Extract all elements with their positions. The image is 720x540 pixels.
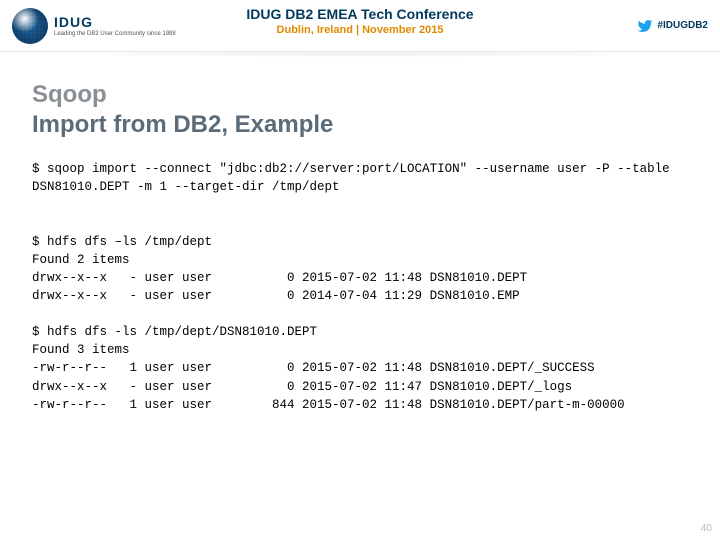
conference-title: IDUG DB2 EMEA Tech Conference (0, 6, 720, 22)
slide-number: 40 (701, 523, 712, 534)
conference-title-block: IDUG DB2 EMEA Tech Conference Dublin, Ir… (0, 6, 720, 36)
code-block: $ sqoop import --connect "jdbc:db2://ser… (32, 160, 688, 414)
slide-title-line1: Sqoop (32, 80, 720, 110)
slide-header: IDUG Leading the DB2 User Community sinc… (0, 0, 720, 52)
conference-subtitle: Dublin, Ireland | November 2015 (0, 24, 720, 36)
slide-title: Sqoop Import from DB2, Example (32, 80, 720, 140)
slide-title-line2: Import from DB2, Example (32, 110, 720, 140)
